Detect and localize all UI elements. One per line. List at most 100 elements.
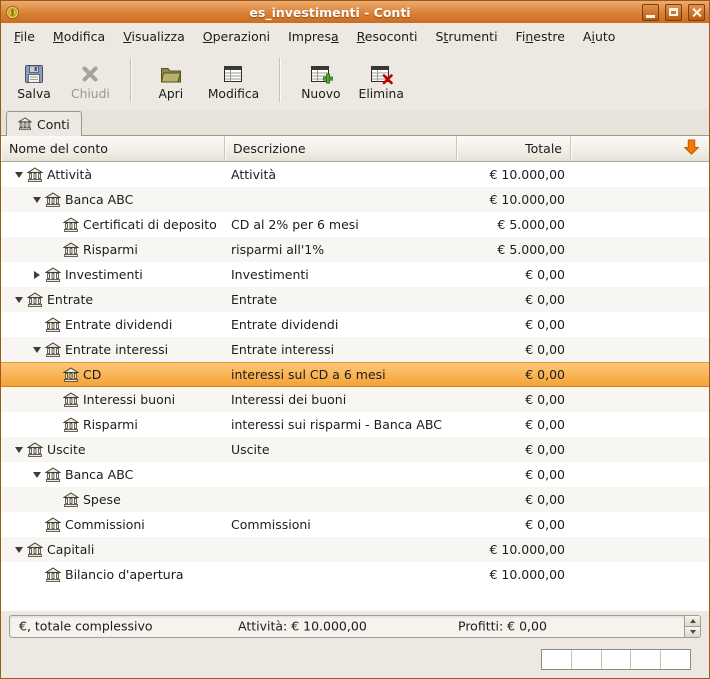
toolbar: Salva Chiudi Apri Modifica Nuovo Elimina [1,50,709,110]
modifica-button[interactable]: Modifica [200,54,267,106]
account-row[interactable]: UsciteUscite€ 0,00 [1,437,709,462]
expander-collapsed-icon[interactable] [29,271,45,279]
toolbar-button-label: Elimina [359,87,404,101]
column-header-name[interactable]: Nome del conto [1,136,225,161]
expander-expanded-icon[interactable] [29,197,45,203]
account-name: Entrate interessi [65,342,168,357]
account-total: € 0,00 [457,367,571,382]
minimize-button[interactable] [642,4,659,21]
summary-currency-label: €, totale complessivo [19,619,152,634]
menu-item-aiuto[interactable]: Aiuto [574,24,625,49]
column-header-description[interactable]: Descrizione [225,136,457,161]
summary-bar: €, totale complessivo Attività: € 10.000… [1,611,709,641]
toolbar-button-label: Chiudi [71,87,110,101]
account-row[interactable]: EntrateEntrate€ 0,00 [1,287,709,312]
tab-conti[interactable]: Conti [6,111,82,136]
account-description: Entrate dividendi [225,317,457,332]
menu-item-finestre[interactable]: Finestre [507,24,574,49]
expander-expanded-icon[interactable] [11,172,27,178]
account-row[interactable]: Entrate interessiEntrate interessi€ 0,00 [1,337,709,362]
toolbar-button-label: Salva [17,87,51,101]
chevron-up-icon [690,619,696,623]
menu-item-strumenti[interactable]: Strumenti [426,24,506,49]
account-name: Uscite [47,442,86,457]
expander-expanded-icon[interactable] [29,472,45,478]
expander-expanded-icon[interactable] [11,297,27,303]
account-name: Certificati di deposito [83,217,217,232]
new-register-icon [309,60,333,86]
account-row[interactable]: Banca ABC€ 0,00 [1,462,709,487]
account-name-cell: Banca ABC [1,467,225,483]
account-name: Investimenti [65,267,143,282]
nuovo-button[interactable]: Nuovo [293,54,348,106]
progress-grid [541,649,691,670]
account-row[interactable]: Banca ABC € 10.000,00 [1,187,709,212]
summary-assets: Attività: € 10.000,00 [238,619,367,634]
bank-icon [63,217,79,233]
account-total: € 0,00 [457,442,571,457]
menu-item-file[interactable]: File [5,24,44,49]
chiudi-button[interactable]: Chiudi [63,54,118,106]
summary-spinner-down-button[interactable] [685,626,700,637]
account-row[interactable]: AttivitàAttività€ 10.000,00 [1,162,709,187]
column-header-name-label: Nome del conto [9,141,108,156]
delete-register-icon [369,60,393,86]
account-description: Attività [225,167,457,182]
save-icon [22,60,46,86]
elimina-button[interactable]: Elimina [351,54,412,106]
account-total: € 0,00 [457,342,571,357]
account-row[interactable]: Certificati di depositoCD al 2% per 6 me… [1,212,709,237]
expander-expanded-icon[interactable] [11,447,27,453]
account-row[interactable]: Interessi buoniInteressi dei buoni€ 0,00 [1,387,709,412]
bank-icon [45,517,61,533]
salva-button[interactable]: Salva [7,54,61,106]
account-name-cell: Entrate [1,292,225,308]
account-description: interessi sui risparmi - Banca ABC [225,417,457,432]
account-row[interactable]: InvestimentiInvestimenti€ 0,00 [1,262,709,287]
accounts-table-header: Nome del conto Descrizione Totale [1,136,709,162]
menu-item-modifica[interactable]: Modifica [44,24,114,49]
tabstrip: Conti [1,110,709,136]
account-row[interactable]: Risparmirisparmi all'1%€ 5.000,00 [1,237,709,262]
maximize-button[interactable] [665,4,682,21]
edit-register-icon [222,60,246,86]
close-button[interactable] [688,4,705,21]
bank-icon [27,442,43,458]
account-name-cell: Risparmi [1,242,225,258]
account-total: € 10.000,00 [457,542,571,557]
column-header-total[interactable]: Totale [457,136,571,161]
account-row[interactable]: CommissioniCommissioni€ 0,00 [1,512,709,537]
expander-expanded-icon[interactable] [29,347,45,353]
open-folder-icon [159,60,183,86]
account-description: risparmi all'1% [225,242,457,257]
titlebar[interactable]: es_investimenti - Conti [1,1,709,23]
accounts-tree: AttivitàAttività€ 10.000,00 Banca ABC € 10… [1,162,709,611]
apri-button[interactable]: Apri [144,54,198,106]
summary-spinner-up-button[interactable] [685,616,700,626]
account-total: € 10.000,00 [457,167,571,182]
account-row[interactable]: Capitali€ 10.000,00 [1,537,709,562]
account-total: € 10.000,00 [457,192,571,207]
menu-item-operazioni[interactable]: Operazioni [194,24,279,49]
account-row[interactable]: Entrate dividendiEntrate dividendi€ 0,00 [1,312,709,337]
account-name-cell: Entrate interessi [1,342,225,358]
account-name-cell: Entrate dividendi [1,317,225,333]
bank-icon [63,417,79,433]
sort-descending-icon[interactable] [684,139,699,158]
account-name: Commissioni [65,517,145,532]
expander-expanded-icon[interactable] [11,547,27,553]
maximize-icon [669,8,678,16]
account-total: € 5.000,00 [457,242,571,257]
account-row[interactable]: Spese€ 0,00 [1,487,709,512]
account-name-cell: Banca ABC [1,192,225,208]
menu-item-visualizza[interactable]: Visualizza [114,24,194,49]
account-name-cell: Interessi buoni [1,392,225,408]
account-row[interactable]: Risparmiinteressi sui risparmi - Banca A… [1,412,709,437]
account-description: Commissioni [225,517,457,532]
toolbar-button-label: Apri [158,87,183,101]
summary-spinner [684,616,700,637]
account-row[interactable]: CDinteressi sul CD a 6 mesi€ 0,00 [1,362,709,387]
menu-item-impresa[interactable]: Impresa [279,24,348,49]
account-row[interactable]: Bilancio d'apertura€ 10.000,00 [1,562,709,587]
menu-item-resoconti[interactable]: Resoconti [348,24,427,49]
